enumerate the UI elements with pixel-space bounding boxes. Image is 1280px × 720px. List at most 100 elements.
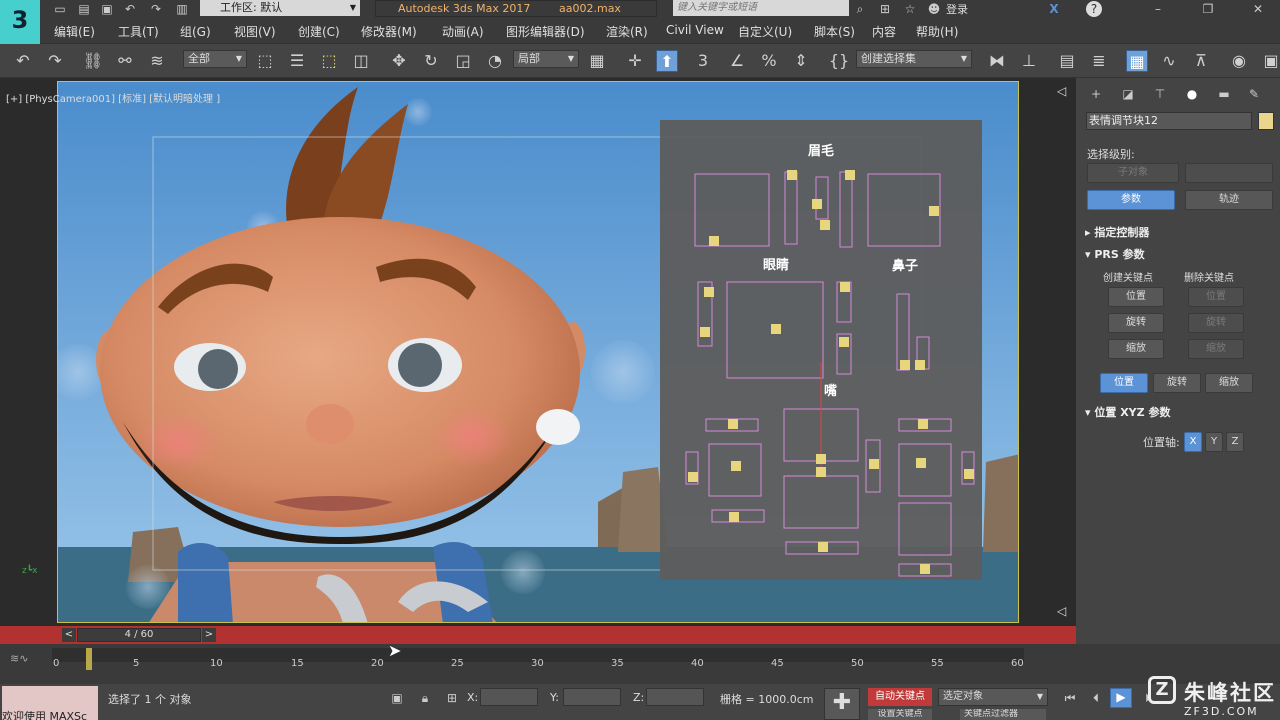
utilities-tab-icon[interactable]: ✎	[1246, 86, 1262, 102]
scale-button[interactable]: 缩放	[1205, 373, 1253, 393]
menu-customize[interactable]: 自定义(U)	[738, 23, 792, 40]
keyboard-shortcut-override-icon[interactable]: ⬆	[656, 50, 678, 72]
menu-civil-view[interactable]: Civil View	[666, 23, 724, 37]
scale-icon[interactable]: ◲	[452, 50, 474, 72]
track-bar[interactable]: ≋∿	[0, 644, 1280, 684]
unlink-icon[interactable]: ⚯	[114, 50, 136, 72]
move-icon[interactable]: ✥	[388, 50, 410, 72]
search-input[interactable]: 键入关键字或短语	[673, 0, 849, 16]
create-rotation-key-button[interactable]: 旋转	[1108, 313, 1164, 333]
redo-icon[interactable]: ↷	[148, 1, 164, 17]
camera-viewport[interactable]: 眉毛 眼睛 鼻子 嘴	[57, 81, 1019, 623]
delete-rotation-key-button[interactable]: 旋转	[1188, 313, 1244, 333]
viewport-right-arrow-icon[interactable]: ◁	[1057, 604, 1066, 618]
prev-frame-icon[interactable]: <	[62, 628, 76, 642]
create-position-key-button[interactable]: 位置	[1108, 287, 1164, 307]
star-icon[interactable]: ☆	[902, 1, 918, 17]
key-mode-dropdown[interactable]: 选定对象 ▼	[938, 688, 1048, 706]
undo-icon[interactable]: ↶	[122, 1, 138, 17]
snaps-toggle-icon[interactable]: 3	[692, 50, 714, 72]
render-setup-icon[interactable]: ▣	[1260, 50, 1280, 72]
goto-start-icon[interactable]: ⏮	[1062, 690, 1078, 706]
z-coord-field[interactable]	[646, 688, 704, 706]
rollout-prs-params[interactable]: ▾ PRS 参数	[1085, 246, 1273, 264]
edit-named-sets-icon[interactable]: {}	[828, 50, 850, 72]
menu-group[interactable]: 组(G)	[180, 23, 211, 40]
delete-scale-key-button[interactable]: 缩放	[1188, 339, 1244, 359]
set-key-mode-icon[interactable]: ✚	[824, 688, 860, 720]
select-object-icon[interactable]: ⬚	[254, 50, 276, 72]
menu-create[interactable]: 创建(C)	[298, 23, 340, 40]
play-icon[interactable]: ▶	[1110, 688, 1132, 708]
sub-object-dropdown[interactable]	[1185, 163, 1273, 183]
layer-explorer-icon[interactable]: ≣	[1088, 50, 1110, 72]
parameters-tab[interactable]: 参数	[1087, 190, 1175, 210]
rollout-assign-controller[interactable]: ▸ 指定控制器	[1085, 224, 1273, 242]
close-icon[interactable]: ✕	[1250, 1, 1266, 17]
reference-coord-dropdown[interactable]: 局部 ▼	[513, 50, 579, 68]
auto-key-button[interactable]: 自动关键点	[868, 688, 932, 706]
menu-rendering[interactable]: 渲染(R)	[606, 23, 648, 40]
open-file-icon[interactable]: ▤	[76, 1, 92, 17]
rect-selection-icon[interactable]: ⬚	[318, 50, 340, 72]
maxscript-listener[interactable]: 欢迎使用 MAXSc	[2, 686, 98, 720]
delete-position-key-button[interactable]: 位置	[1188, 287, 1244, 307]
place-icon[interactable]: ◔	[484, 50, 506, 72]
trajectories-tab[interactable]: 轨迹	[1185, 190, 1273, 210]
sub-object-button[interactable]: 子对象	[1087, 163, 1179, 183]
menu-view[interactable]: 视图(V)	[234, 23, 276, 40]
y-coord-field[interactable]	[563, 688, 621, 706]
pivot-center-icon[interactable]: ▦	[586, 50, 608, 72]
maximize-icon[interactable]: ❐	[1200, 1, 1216, 17]
link-icon[interactable]: ⛓	[82, 50, 104, 72]
percent-snap-icon[interactable]: %	[758, 50, 780, 72]
lock-selection-icon[interactable]: 🔒︎	[417, 690, 433, 706]
curve-editor-icon[interactable]: ∿	[1158, 50, 1180, 72]
menu-graph-editors[interactable]: 图形编辑器(D)	[506, 23, 585, 40]
rollout-position-xyz[interactable]: ▾ 位置 XYZ 参数	[1085, 404, 1273, 422]
app-logo-icon[interactable]: 3	[0, 0, 40, 44]
window-crossing-icon[interactable]: ◫	[350, 50, 372, 72]
absolute-mode-icon[interactable]: ⊞	[444, 690, 460, 706]
modify-tab-icon[interactable]: ◪	[1120, 86, 1136, 102]
viewport-label[interactable]: [+] [PhysCamera001] [标准] [默认明暗处理 ]	[6, 90, 220, 105]
create-tab-icon[interactable]: +	[1088, 86, 1104, 102]
workspace-dropdown[interactable]: 工作区: 默认 ▼	[200, 0, 360, 16]
rotation-button[interactable]: 旋转	[1153, 373, 1201, 393]
prev-frame-icon[interactable]: ⏴	[1088, 690, 1104, 706]
motion-tab-icon[interactable]: ●	[1184, 86, 1200, 102]
menu-scripting[interactable]: 脚本(S)	[814, 23, 855, 40]
login-link[interactable]: 登录	[946, 1, 968, 17]
time-slider-thumb[interactable]: 4 / 60	[77, 628, 201, 642]
new-file-icon[interactable]: ▭	[52, 1, 68, 17]
spinner-snap-icon[interactable]: ⇕	[790, 50, 812, 72]
user-icon[interactable]: ☻	[926, 1, 942, 17]
set-key-button[interactable]: 设置关键点	[868, 709, 932, 720]
menu-edit[interactable]: 编辑(E)	[54, 23, 95, 40]
selection-filter-dropdown[interactable]: 全部 ▼	[183, 50, 247, 68]
material-editor-icon[interactable]: ◉	[1228, 50, 1250, 72]
display-tab-icon[interactable]: ▬	[1216, 86, 1232, 102]
select-manipulate-icon[interactable]: ✛	[624, 50, 646, 72]
axis-z-button[interactable]: Z	[1226, 432, 1244, 452]
x-icon[interactable]: X	[1046, 1, 1062, 17]
exchange-icon[interactable]: ⊞	[877, 1, 893, 17]
align-icon[interactable]: ⊥	[1018, 50, 1040, 72]
menu-help[interactable]: 帮助(H)	[916, 23, 958, 40]
create-scale-key-button[interactable]: 缩放	[1108, 339, 1164, 359]
menu-animation[interactable]: 动画(A)	[442, 23, 484, 40]
scene-explorer-icon[interactable]: ▤	[1056, 50, 1078, 72]
undo-icon[interactable]: ↶	[12, 50, 34, 72]
redo-icon[interactable]: ↷	[44, 50, 66, 72]
axis-x-button[interactable]: X	[1184, 432, 1202, 452]
save-icon[interactable]: ▣	[99, 1, 115, 17]
angle-snap-icon[interactable]: ∠	[726, 50, 748, 72]
next-frame-icon[interactable]: >	[202, 628, 216, 642]
project-icon[interactable]: ▥	[174, 1, 190, 17]
toggle-ribbon-icon[interactable]: ▦	[1126, 50, 1148, 72]
mirror-icon[interactable]: ⧓	[986, 50, 1008, 72]
minimize-icon[interactable]: –	[1150, 1, 1166, 17]
hierarchy-tab-icon[interactable]: ⊤	[1152, 86, 1168, 102]
select-by-name-icon[interactable]: ☰	[286, 50, 308, 72]
schematic-view-icon[interactable]: ⊼	[1190, 50, 1212, 72]
